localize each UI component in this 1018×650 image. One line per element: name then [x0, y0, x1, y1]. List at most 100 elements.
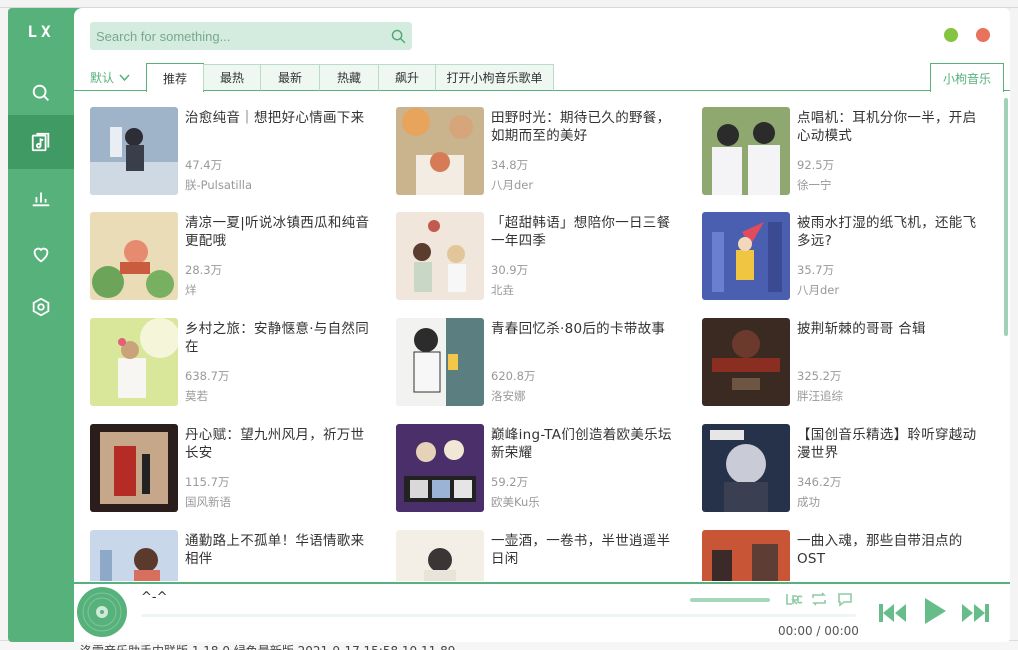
sidebar-item-leaderboard[interactable] — [8, 171, 74, 225]
album-disc-icon[interactable] — [76, 586, 128, 638]
tab-hot-collect[interactable]: 热藏 — [319, 64, 379, 91]
playlist-cover — [396, 530, 484, 581]
time-display: 00:00 / 00:00 — [778, 624, 859, 638]
playlist-card[interactable]: 巅峰ing-TA们创造着欧美乐坛新荣耀 59.2万 欧美Ku乐 — [396, 424, 686, 514]
search-button[interactable] — [384, 22, 412, 50]
playlist-author: 八月der — [491, 178, 534, 192]
playlist-author: 北垚 — [491, 283, 514, 297]
main-panel: 默认 推荐 最热 最新 热藏 飙升 打开小枸音乐歌单 小枸音乐 治愈纯音｜想把好… — [74, 8, 1010, 642]
chevron-down-icon — [119, 73, 130, 81]
volume-slider[interactable] — [690, 598, 770, 602]
search-input[interactable] — [90, 28, 384, 44]
source-tab[interactable]: 小枸音乐 — [930, 63, 1004, 92]
comment-button[interactable] — [836, 590, 854, 608]
music-list-icon — [31, 132, 50, 152]
app-window: LX 默认 推荐 — [8, 8, 1010, 642]
playlist-title: 「超甜韩语」想陪你一日三餐 一年四季 — [491, 215, 671, 249]
playlist-card[interactable]: 青春回忆杀·80后的卡带故事 620.8万 洛安娜 — [396, 318, 686, 408]
scrollbar-thumb[interactable] — [1004, 98, 1008, 336]
playlist-play-count: 35.7万 — [797, 263, 835, 277]
playlist-card[interactable]: 一曲入魂，那些自带泪点的OST — [702, 530, 992, 581]
playlist-author: 烊 — [185, 283, 197, 297]
playlist-title: 丹心赋：望九州风月，祈万世长安 — [185, 427, 365, 461]
lrc-icon — [786, 594, 803, 605]
sort-dropdown[interactable]: 默认 — [90, 69, 130, 86]
playlist-title: 清凉一夏|听说冰镇西瓜和纯音更配哦 — [185, 215, 370, 249]
close-button[interactable] — [976, 28, 990, 42]
play-icon — [925, 598, 946, 624]
sort-label: 默认 — [90, 71, 115, 85]
playlist-card[interactable]: 披荆斩棘的哥哥 合辑 325.2万 胖汪追综 — [702, 318, 992, 408]
playlist-cover — [396, 107, 484, 195]
play-button[interactable] — [922, 596, 948, 626]
skip-previous-icon — [879, 604, 906, 622]
playlist-card[interactable]: 通勤路上不孤单！华语情歌来相伴 — [90, 530, 380, 581]
tab-newest[interactable]: 最新 — [260, 64, 320, 91]
playlist-card[interactable]: 丹心赋：望九州风月，祈万世长安 115.7万 国风新语 — [90, 424, 380, 514]
sidebar-item-settings[interactable] — [8, 280, 74, 334]
playlist-card[interactable]: 点唱机：耳机分你一半，开启心动模式 92.5万 徐一宁 — [702, 107, 992, 197]
progress-bar[interactable] — [141, 614, 856, 617]
playlist-card[interactable]: 一壶酒，一卷书，半世逍遥半日闲 — [396, 530, 686, 581]
playlist-play-count: 115.7万 — [185, 475, 230, 489]
current-time: 00:00 — [778, 624, 813, 638]
playlist-title: 【国创音乐精选】聆听穿越动漫世界 — [797, 427, 977, 461]
playlist-grid: 治愈纯音｜想把好心情画下来 47.4万 朕-Pulsatilla 田野时光：期待… — [90, 107, 1002, 581]
playlist-play-count: 325.2万 — [797, 369, 842, 383]
playlist-title: 通勤路上不孤单！华语情歌来相伴 — [185, 533, 365, 567]
playlist-title: 被雨水打湿的纸飞机，还能飞多远? — [797, 215, 977, 249]
playlist-play-count: 28.3万 — [185, 263, 223, 277]
playlist-play-count: 34.8万 — [491, 158, 529, 172]
sidebar-item-song-list[interactable] — [8, 115, 74, 169]
playlist-title: 田野时光：期待已久的野餐，如期而至的美好 — [491, 110, 671, 144]
playlist-cover — [396, 318, 484, 406]
app-logo: LX — [27, 22, 55, 41]
playlist-play-count: 92.5万 — [797, 158, 835, 172]
background-file-row: 洛雪音乐助手内联版 1.18.0 绿色最新版 2021-9-17 15:58 1… — [80, 642, 455, 650]
playlist-title: 披荆斩棘的哥哥 合辑 — [797, 321, 926, 337]
playlist-card[interactable]: 「超甜韩语」想陪你一日三餐 一年四季 30.9万 北垚 — [396, 212, 686, 302]
playlist-author: 徐一宁 — [797, 178, 832, 192]
playlist-card[interactable]: 治愈纯音｜想把好心情画下来 47.4万 朕-Pulsatilla — [90, 107, 380, 197]
playlist-cover — [702, 212, 790, 300]
chart-icon — [32, 192, 50, 207]
tabs-bar: 默认 推荐 最热 最新 热藏 飙升 打开小枸音乐歌单 小枸音乐 — [74, 63, 1010, 92]
playlist-cover — [90, 107, 178, 195]
playlist-play-count: 620.8万 — [491, 369, 536, 383]
playlist-card[interactable]: 【国创音乐精选】聆听穿越动漫世界 346.2万 成功 — [702, 424, 992, 514]
playlist-play-count: 346.2万 — [797, 475, 842, 489]
playlist-play-count: 59.2万 — [491, 475, 529, 489]
current-song-name: ^-^ — [141, 590, 168, 605]
desktop-right-strip — [1010, 8, 1018, 640]
playlist-cover — [702, 107, 790, 195]
playlist-cover — [396, 424, 484, 512]
playlist-card[interactable]: 清凉一夏|听说冰镇西瓜和纯音更配哦 28.3万 烊 — [90, 212, 380, 302]
lyric-toggle[interactable] — [785, 590, 803, 608]
sidebar-item-search[interactable] — [8, 66, 74, 120]
playlist-title: 乡村之旅：安静惬意·与自然同在 — [185, 321, 369, 355]
desktop-top-strip — [0, 0, 1018, 8]
playlist-author: 八月der — [797, 283, 840, 297]
playlist-cover — [702, 424, 790, 512]
playlist-author: 洛安娜 — [491, 389, 526, 403]
repeat-toggle[interactable] — [810, 590, 828, 608]
tab-open-playlist[interactable]: 打开小枸音乐歌单 — [435, 64, 554, 91]
playlist-title: 巅峰ing-TA们创造着欧美乐坛新荣耀 — [491, 427, 672, 461]
tab-rising[interactable]: 飙升 — [378, 64, 436, 91]
playlist-card[interactable]: 被雨水打湿的纸飞机，还能飞多远? 35.7万 八月der — [702, 212, 992, 302]
search-icon — [391, 29, 405, 43]
next-button[interactable] — [960, 602, 990, 624]
tab-hottest[interactable]: 最热 — [203, 64, 261, 91]
player-bar: ^-^ 00:00 / 00:00 — [74, 582, 1010, 642]
comment-icon — [838, 593, 852, 607]
prev-button[interactable] — [878, 602, 908, 624]
sidebar-item-favorites[interactable] — [8, 227, 74, 281]
playlist-card[interactable]: 乡村之旅：安静惬意·与自然同在 638.7万 莫若 — [90, 318, 380, 408]
playlist-card[interactable]: 田野时光：期待已久的野餐，如期而至的美好 34.8万 八月der — [396, 107, 686, 197]
minimize-button[interactable] — [944, 28, 958, 42]
playlist-title: 青春回忆杀·80后的卡带故事 — [491, 321, 666, 337]
playlist-author: 国风新语 — [185, 495, 231, 509]
playlist-cover — [702, 318, 790, 406]
playlist-play-count: 638.7万 — [185, 369, 230, 383]
tab-recommend[interactable]: 推荐 — [146, 63, 204, 92]
